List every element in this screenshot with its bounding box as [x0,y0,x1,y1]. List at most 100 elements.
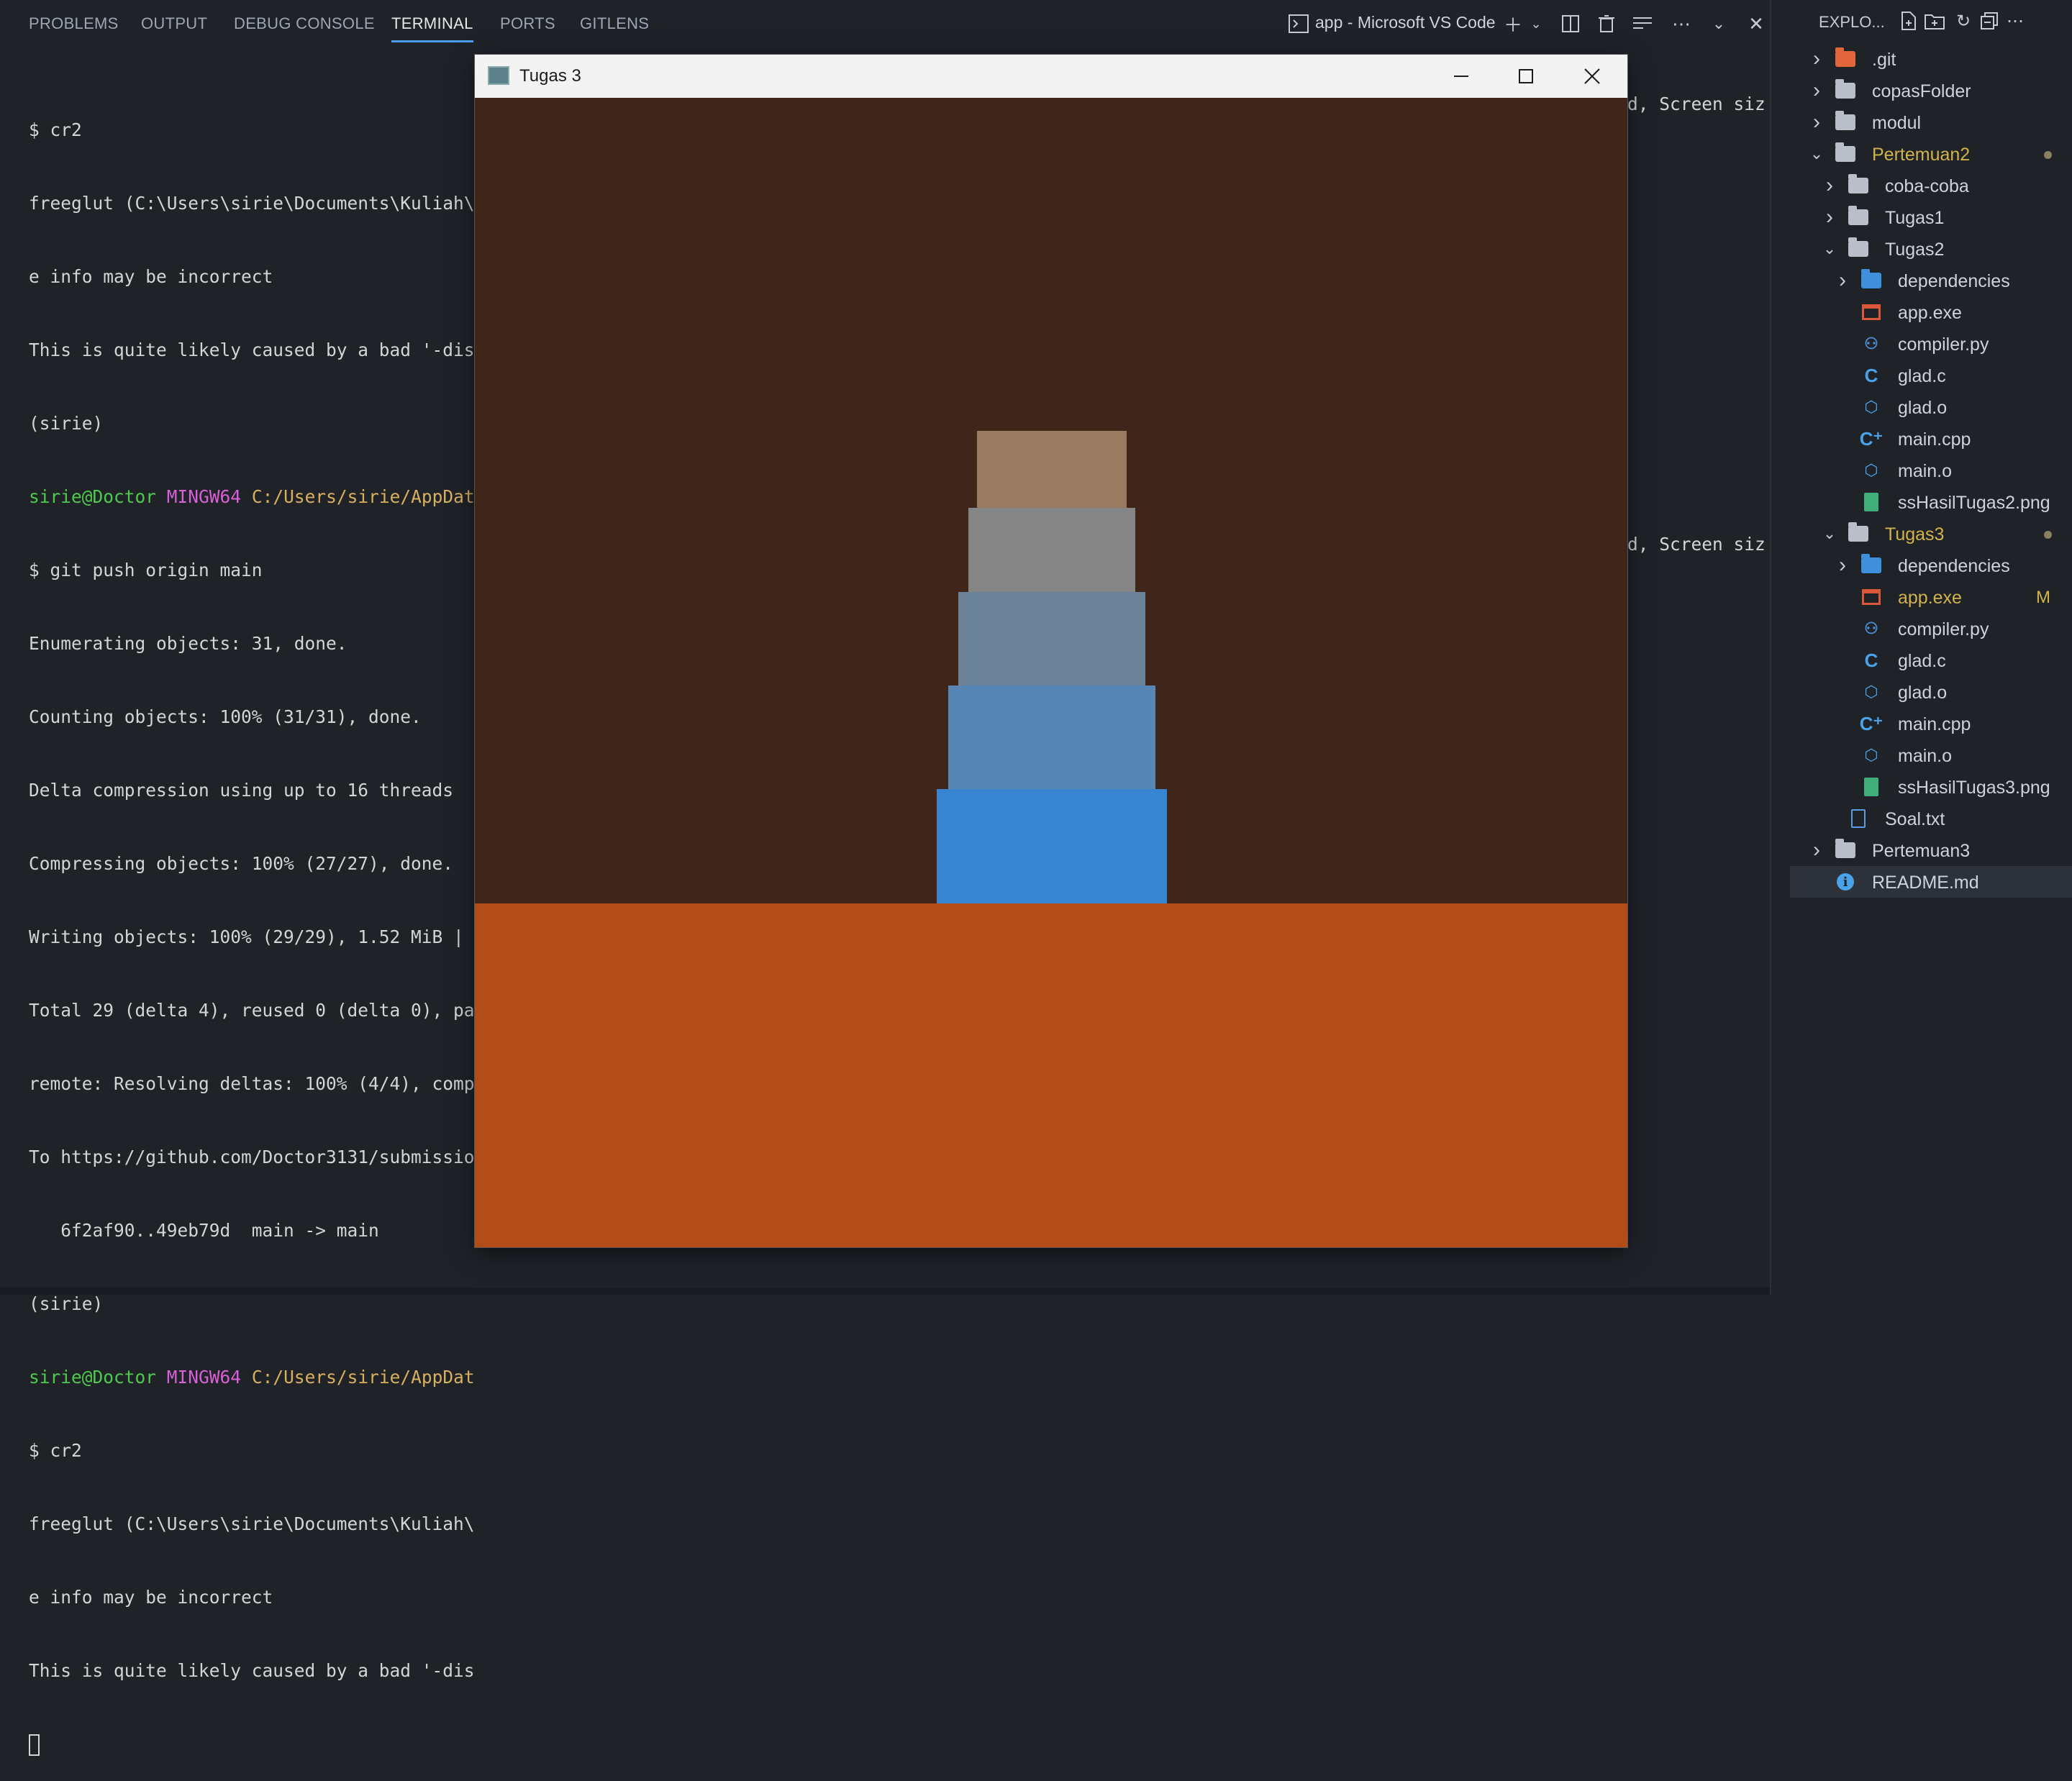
clear-terminal-icon[interactable] [1630,12,1655,36]
tree-item[interactable]: › Tugas1 [1790,201,2072,233]
explorer-sidebar: EXPLO... ↻ ⋯ › .git › copasFolder › modul ⌄ Per… [1790,0,2072,1295]
tree-item-label: dependencies [1898,271,2010,291]
tree-item-label: main.o [1898,746,1953,766]
chevron-down-icon[interactable]: ⌄ [1822,518,1837,550]
terminal-line: (sirie) [29,1293,104,1314]
opengl-canvas [475,98,1627,1247]
folder-icon [1835,111,1856,132]
chevron-down-icon[interactable]: ⌄ [1822,233,1837,265]
chevron-right-icon[interactable]: › [1809,106,1825,138]
tree-item-label: compiler.py [1898,334,1989,355]
stack-block [937,789,1167,903]
tree-item-label: ssHasilTugas3.png [1898,778,2050,798]
more-actions-icon[interactable]: ⋯ [2004,9,2026,33]
tree-item[interactable]: ⚇ compiler.py [1790,613,2072,644]
terminal-cursor [29,1734,40,1756]
tree-item[interactable]: ⬡ main.o [1790,455,2072,486]
stack-block [968,508,1135,592]
exe-file-icon [1860,587,1882,607]
split-terminal-icon[interactable] [1558,12,1583,36]
chevron-right-icon[interactable]: › [1809,75,1825,106]
chevron-right-icon[interactable]: › [1822,201,1837,233]
terminal-instance-title[interactable]: app - Microsoft VS Code [1315,13,1496,32]
maximize-panel-icon[interactable]: ⌄ [1707,12,1731,36]
tree-item[interactable]: Cglad.c [1790,644,2072,676]
maximize-button[interactable] [1494,55,1558,98]
chevron-right-icon[interactable]: › [1822,170,1837,201]
explorer-title: EXPLO... [1819,13,1885,31]
tab-debug-console[interactable]: DEBUG CONSOLE [234,14,375,33]
new-file-icon[interactable] [1898,9,1919,33]
close-button[interactable] [1560,55,1625,98]
chevron-right-icon[interactable]: › [1835,550,1850,581]
tree-item[interactable]: ⌄ Tugas2 [1790,233,2072,265]
tree-item[interactable]: ⬡ main.o [1790,739,2072,771]
tree-item-label: app.exe [1898,588,1962,608]
status-bar [0,1288,1770,1295]
more-actions-icon[interactable]: ⋯ [1669,12,1694,36]
tree-item[interactable]: ⬡ glad.o [1790,676,2072,708]
chevron-down-icon[interactable]: ⌄ [1809,138,1825,170]
window-titlebar[interactable]: Tugas 3 [475,55,1627,98]
tree-item[interactable]: ⌄ Tugas3 [1790,518,2072,550]
folder-icon [1848,174,1869,196]
new-terminal-icon[interactable]: ＋ [1501,12,1525,36]
tree-item-label: coba-coba [1885,176,1969,196]
folder-icon [1835,142,1856,164]
tree-item[interactable]: ssHasilTugas2.png [1790,486,2072,518]
tab-problems[interactable]: PROBLEMS [29,14,119,33]
chevron-down-icon[interactable]: ⌄ [1524,12,1548,36]
tab-terminal[interactable]: TERMINAL [391,14,473,42]
cpp-file-icon: C⁺ [1859,427,1884,450]
tree-item[interactable]: Cglad.c [1790,360,2072,391]
tree-item[interactable]: Soal.txt [1790,803,2072,834]
tree-item-label: Tugas2 [1885,240,1945,260]
tree-item[interactable]: C⁺ main.cpp [1790,708,2072,739]
image-file-icon [1860,777,1882,797]
tree-item[interactable]: app.exe [1790,296,2072,328]
tree-item[interactable]: ⬡ glad.o [1790,391,2072,423]
tree-item[interactable]: ⌄ Pertemuan2 [1790,138,2072,170]
dependencies-folder-icon [1860,554,1882,575]
tab-ports[interactable]: PORTS [500,14,555,33]
tree-item-label: copasFolder [1872,81,1971,101]
tree-item[interactable]: › Pertemuan3 [1790,834,2072,866]
tree-item[interactable]: C⁺ main.cpp [1790,423,2072,455]
tree-item[interactable]: › dependencies [1790,265,2072,296]
tree-item[interactable]: › dependencies [1790,550,2072,581]
tab-output[interactable]: OUTPUT [141,14,207,33]
text-file-icon [1848,808,1869,829]
trash-icon[interactable] [1594,12,1619,36]
close-panel-icon[interactable]: ✕ [1744,12,1768,36]
tree-item[interactable]: › .git [1790,43,2072,75]
new-folder-icon[interactable] [1924,9,1945,33]
tree-item[interactable]: › coba-coba [1790,170,2072,201]
panel-divider[interactable] [1770,0,1771,1295]
app-window[interactable]: Tugas 3 [475,55,1627,1247]
tree-item[interactable]: i README.md [1790,866,2072,898]
stack-block [958,592,1145,685]
tree-item[interactable]: app.exe M [1790,581,2072,613]
terminal-icon [1286,12,1311,36]
c-file-icon: C [1864,364,1878,386]
terminal-prompt: sirie@Doctor MINGW64 C:/Users/sirie/AppD… [29,1367,475,1388]
tree-item-label: Tugas3 [1885,524,1945,545]
tree-item-label: dependencies [1898,556,2010,576]
tree-item-label: glad.c [1898,651,1946,671]
chevron-right-icon[interactable]: › [1835,265,1850,296]
app-icon [488,66,509,85]
tree-item-label: ssHasilTugas2.png [1898,493,2050,513]
tree-item-label: compiler.py [1898,619,1989,639]
collapse-all-icon[interactable] [1978,9,2000,33]
minimize-button[interactable] [1429,55,1494,98]
tree-item[interactable]: ⚇ compiler.py [1790,328,2072,360]
refresh-icon[interactable]: ↻ [1953,9,1974,33]
tab-gitlens[interactable]: GITLENS [580,14,649,33]
chevron-right-icon[interactable]: › [1809,43,1825,75]
python-file-icon: ⚇ [1864,334,1878,352]
chevron-right-icon[interactable]: › [1809,834,1825,866]
tree-item[interactable]: › copasFolder [1790,75,2072,106]
tree-item[interactable]: ssHasilTugas3.png [1790,771,2072,803]
stack-block [948,685,1155,789]
tree-item[interactable]: › modul [1790,106,2072,138]
